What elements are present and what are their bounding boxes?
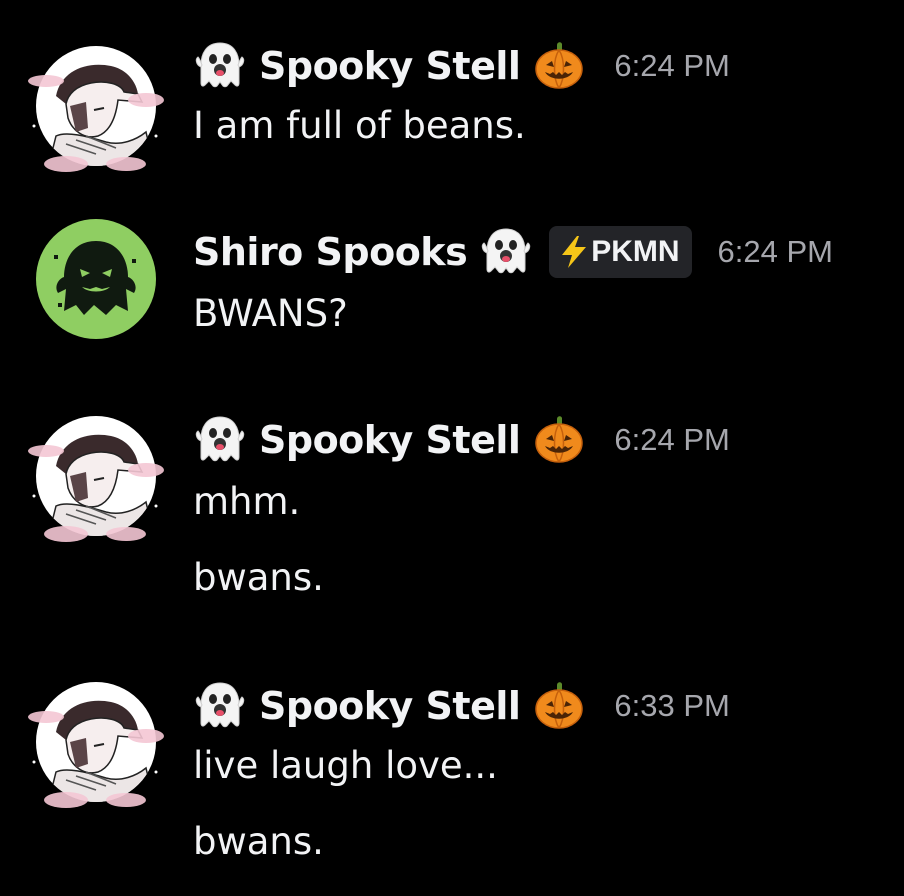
ghost-emoji-icon (193, 413, 247, 467)
tag-label: PKMN (591, 235, 680, 268)
username[interactable]: Shiro Spooks (193, 230, 468, 274)
message-text: bwans. (193, 820, 324, 863)
app-tag[interactable]: PKMN (549, 226, 692, 278)
message-text: live laugh love... (193, 744, 498, 787)
message-header: Spooky Stell 6:24 PM (193, 410, 730, 470)
avatar[interactable] (26, 36, 146, 156)
ghost-emoji-icon (479, 225, 533, 279)
timestamp[interactable]: 6:33 PM (614, 688, 729, 724)
message-header: Spooky Stell 6:24 PM (193, 36, 730, 96)
lightning-bolt-icon (562, 236, 587, 268)
avatar[interactable] (36, 219, 156, 339)
ghost-emoji-icon (193, 39, 247, 93)
message-text: mhm. (193, 480, 301, 523)
jack-o-lantern-emoji-icon (532, 413, 586, 467)
timestamp[interactable]: 6:24 PM (718, 234, 833, 270)
username[interactable]: Spooky Stell (259, 684, 521, 728)
message-text: BWANS? (193, 292, 348, 335)
ghost-emoji-icon (193, 679, 247, 733)
timestamp[interactable]: 6:24 PM (614, 422, 729, 458)
message-header: Spooky Stell 6:33 PM (193, 676, 730, 736)
username[interactable]: Spooky Stell (259, 418, 521, 462)
avatar[interactable] (26, 406, 146, 526)
jack-o-lantern-emoji-icon (532, 39, 586, 93)
message-text: bwans. (193, 556, 324, 599)
avatar[interactable] (26, 672, 146, 792)
username[interactable]: Spooky Stell (259, 44, 521, 88)
message-text: I am full of beans. (193, 104, 526, 147)
message-header: Shiro Spooks PKMN 6:24 PM (193, 222, 833, 282)
timestamp[interactable]: 6:24 PM (614, 48, 729, 84)
jack-o-lantern-emoji-icon (532, 679, 586, 733)
